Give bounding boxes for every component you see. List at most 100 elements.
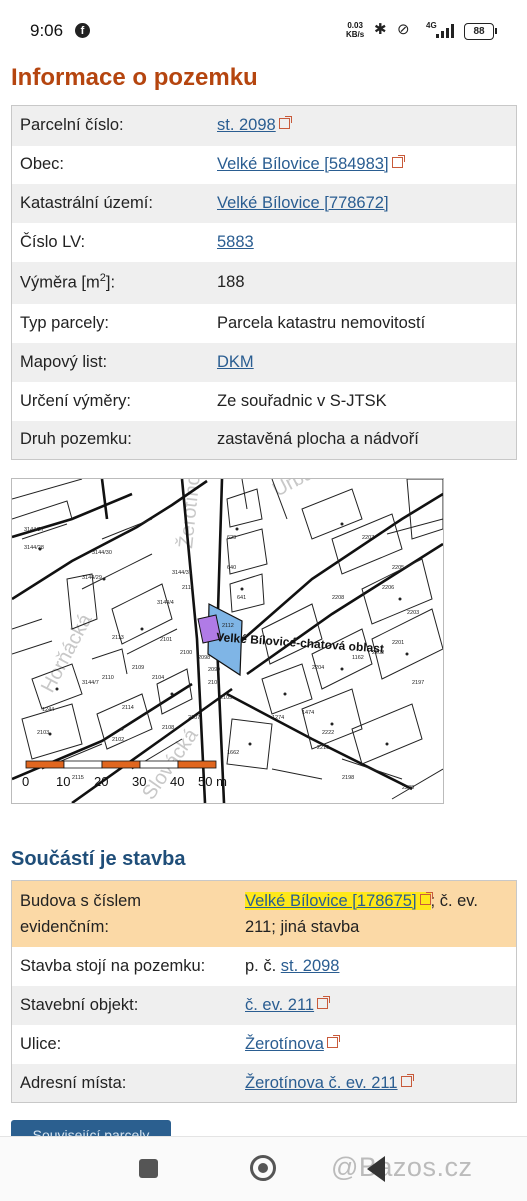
scale-label: 10 [56, 774, 70, 789]
parcel-number-label: 2203 [407, 610, 419, 616]
parcel-number-label: 2201 [392, 640, 404, 646]
clock: 9:06 [30, 21, 64, 40]
facebook-icon: f [75, 23, 90, 38]
building-info-table: Budova s číslem evidenčním: Velké Bílovic… [11, 880, 517, 1103]
page-title: Informace o pozemku [11, 64, 258, 91]
external-link-icon[interactable] [278, 116, 292, 130]
info-value: Ze souřadnic v S-JTSK [209, 381, 517, 421]
bluetooth-icon: ✱ [374, 21, 387, 38]
parcel-number-label: 2106 [208, 680, 220, 686]
cadastral-map[interactable]: Horňácká Žerotínova Urbanova Slovácká [11, 478, 444, 804]
parcel-number-label: 2209 [402, 785, 414, 791]
parcel-number-label: 2207 [362, 535, 374, 541]
parcel-number-label: 2208 [332, 595, 344, 601]
info-value: zastavěná plocha a nádvoří [209, 420, 517, 460]
info-row: Parcelní číslo: st. 2098 [11, 105, 517, 146]
parcel-number-label: 3144/29 [82, 575, 102, 581]
parcel-number-label: 1244 [42, 707, 54, 713]
info-value: Parcela katastru nemovitostí [209, 303, 517, 343]
scale-label: 20 [94, 774, 108, 789]
parcel-number-label: 2100 [180, 650, 192, 656]
building-value: č. ev. 211 [237, 985, 517, 1025]
scale-label: 30 [132, 774, 146, 789]
parcel-number-label: 3144/4 [157, 600, 174, 606]
signal-icon [436, 24, 456, 38]
scale-label: 50 m [198, 774, 227, 789]
parcel-number-label: 3144/31 [172, 570, 192, 576]
parcel-number-label: 2108 [162, 725, 174, 731]
parcel-number-label: 2115 [72, 775, 84, 781]
parcel-number-label: 2107 [188, 715, 200, 721]
building-link[interactable]: č. ev. 211 [245, 996, 314, 1014]
scale-label: 0 [22, 774, 29, 789]
info-link[interactable]: DKM [217, 353, 254, 371]
building-link[interactable]: Žerotínova [245, 1035, 324, 1053]
parcel-number-label: 2197 [412, 680, 424, 686]
parcel-number-label: 2112 [222, 623, 234, 629]
building-label: Stavba stojí na pozemku: [11, 946, 237, 986]
external-link-icon[interactable] [326, 1035, 340, 1048]
parcel-number-label: 629 [227, 535, 236, 541]
info-label: Určení výměry: [11, 381, 209, 421]
info-row: Mapový list: DKM [11, 342, 517, 382]
building-row: Stavební objekt: č. ev. 211 [11, 985, 517, 1025]
external-link-icon[interactable] [419, 891, 433, 905]
external-link-icon[interactable] [400, 1073, 414, 1087]
info-link[interactable]: Velké Bílovice [584983] [217, 155, 389, 173]
parcel-number-label: 2202 [372, 650, 384, 656]
parcel-number-label: 1662 [227, 750, 239, 756]
parcel-number-label: 2098 [198, 655, 210, 661]
info-label: Obec: [11, 145, 209, 184]
parcel-info-table: Parcelní číslo: st. 2098 Obec: Velké Bílovi… [11, 105, 517, 460]
building-link[interactable]: st. 2098 [281, 957, 340, 975]
info-value: 5883 [209, 222, 517, 262]
parcel-number-label: 2114 [122, 705, 134, 711]
info-row: Číslo LV: 5883 [11, 222, 517, 262]
parcel-number-label: 2205 [392, 565, 404, 571]
parcel-number-label: 2111 [182, 585, 193, 591]
building-row: Ulice: Žerotínova [11, 1024, 517, 1064]
back-icon[interactable] [367, 1156, 385, 1182]
parcel-number-label: 2101 [160, 637, 172, 643]
value-prefix: p. č. [245, 957, 281, 975]
parcel-number-label: 2222 [322, 730, 334, 736]
building-label: Stavební objekt: [11, 985, 237, 1025]
parcel-number-label: 2110 [102, 675, 114, 681]
info-link[interactable]: st. 2098 [217, 116, 276, 134]
building-link[interactable]: Velké Bílovice [178675] [245, 892, 417, 910]
info-row: Katastrální území: Velké Bílovice [778672… [11, 183, 517, 223]
parcel-number-label: 2210 [317, 745, 329, 751]
info-label: Mapový list: [11, 342, 209, 382]
home-icon[interactable] [250, 1155, 276, 1181]
building-link[interactable]: Žerotínova č. ev. 211 [245, 1074, 398, 1092]
section-title: Součástí je stavba [11, 848, 186, 870]
building-row: Budova s číslem evidenčním: Velké Bílovic… [11, 880, 517, 947]
info-row: Druh pozemku: zastavěná plocha a nádvoří [11, 420, 517, 460]
building-label: Budova s číslem evidenčním: [11, 880, 237, 947]
scale-label: 40 [170, 774, 184, 789]
external-link-icon[interactable] [391, 155, 405, 168]
info-value: st. 2098 [209, 105, 517, 146]
building-label: Adresní místa: [11, 1063, 237, 1103]
building-value: Žerotínova [237, 1024, 517, 1064]
info-value: Velké Bílovice [584983] [209, 145, 517, 184]
network-speed: 0.03 KB/s [346, 21, 365, 39]
building-row: Adresní místa: Žerotínova č. ev. 211 [11, 1063, 517, 1103]
parcel-number-label: 2104 [152, 675, 164, 681]
parcel-number-label: 3144/27 [24, 527, 44, 533]
info-label: Výměra [m2]: [11, 261, 209, 304]
recent-apps-icon[interactable] [139, 1159, 158, 1178]
building-row: Stavba stojí na pozemku: p. č. st. 2098 [11, 946, 517, 986]
info-link[interactable]: Velké Bílovice [778672] [217, 194, 389, 212]
building-label: Ulice: [11, 1024, 237, 1064]
info-value: Velké Bílovice [778672] [209, 183, 517, 223]
info-value: DKM [209, 342, 517, 382]
info-label: Druh pozemku: [11, 420, 209, 460]
info-link[interactable]: 5883 [217, 233, 254, 251]
parcel-number-label: 1474 [302, 710, 314, 716]
parcel-number-label: 640 [227, 565, 236, 571]
external-link-icon[interactable] [317, 996, 331, 1009]
parcel-number-label: 2102 [112, 737, 124, 743]
parcel-number-label: 2113 [112, 635, 124, 641]
alarm-off-icon: ⊘ [397, 21, 410, 38]
